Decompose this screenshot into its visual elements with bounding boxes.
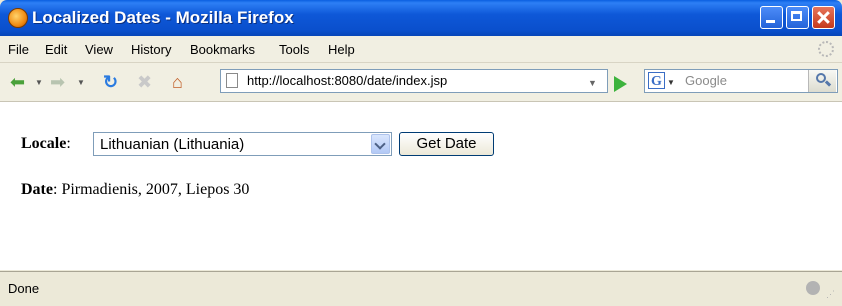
date-result: Date: Pirmadienis, 2007, Liepos 30	[21, 181, 249, 199]
date-label: Date	[21, 181, 53, 198]
chevron-down-icon[interactable]	[371, 134, 390, 154]
date-value: Pirmadienis, 2007, Liepos 30	[61, 181, 250, 198]
locale-select[interactable]: Lithuanian (Lithuania)	[93, 132, 392, 156]
menu-tools[interactable]: Tools	[279, 42, 309, 57]
url-text[interactable]: http://localhost:8080/date/index.jsp	[247, 73, 447, 88]
locale-label-colon: :	[66, 135, 71, 152]
loading-throbber-icon	[818, 41, 834, 57]
home-button-icon[interactable]: ⌂	[172, 73, 183, 91]
title-bar[interactable]: Localized Dates - Mozilla Firefox	[0, 0, 842, 36]
locale-select-value[interactable]: Lithuanian (Lithuania)	[100, 136, 244, 153]
browser-window: Localized Dates - Mozilla Firefox File E…	[0, 0, 842, 306]
forward-button-icon[interactable]: ➡	[50, 73, 65, 91]
search-engine-dropdown-icon[interactable]: ▼	[667, 78, 675, 87]
date-label-colon: :	[52, 181, 58, 198]
back-history-dropdown-icon[interactable]: ▼	[35, 78, 43, 87]
back-button-icon[interactable]: ⬅	[10, 73, 25, 91]
status-text: Done	[8, 281, 40, 296]
menu-bar: File Edit View History Bookmarks Tools H…	[0, 36, 842, 63]
status-bar: Done ⋰	[0, 271, 842, 306]
menu-help[interactable]: Help	[328, 42, 355, 57]
locale-label: Locale:	[21, 135, 71, 153]
google-engine-icon[interactable]: G	[648, 72, 665, 89]
search-placeholder[interactable]: Google	[685, 73, 727, 88]
get-date-button[interactable]: Get Date	[399, 132, 494, 156]
url-history-dropdown-icon[interactable]: ▼	[588, 78, 597, 88]
url-bar[interactable]: http://localhost:8080/date/index.jsp	[220, 69, 608, 93]
close-button[interactable]	[812, 6, 835, 29]
resize-grip-icon[interactable]: ⋰	[826, 289, 835, 300]
stop-button-icon[interactable]: ✖	[137, 73, 152, 91]
search-button-icon[interactable]	[808, 70, 836, 92]
minimize-button[interactable]	[760, 6, 783, 29]
forward-history-dropdown-icon[interactable]: ▼	[77, 78, 85, 87]
menu-edit[interactable]: Edit	[45, 42, 67, 57]
menu-view[interactable]: View	[85, 42, 113, 57]
go-button-icon[interactable]	[614, 76, 627, 92]
window-title: Localized Dates - Mozilla Firefox	[32, 8, 294, 27]
locale-label-text: Locale	[21, 135, 67, 152]
menu-file[interactable]: File	[8, 42, 29, 57]
security-status-icon	[806, 281, 820, 295]
page-icon	[226, 73, 238, 88]
menu-bookmarks[interactable]: Bookmarks	[190, 42, 255, 57]
firefox-logo-icon	[8, 8, 28, 28]
reload-button-icon[interactable]: ↻	[103, 73, 118, 91]
maximize-button[interactable]	[786, 6, 809, 29]
menu-history[interactable]: History	[131, 42, 171, 57]
